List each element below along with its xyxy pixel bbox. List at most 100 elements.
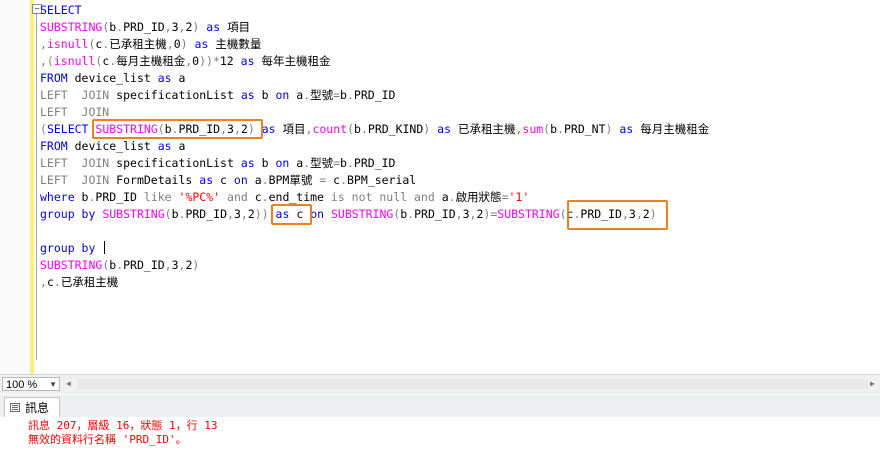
code-token: as [199,173,214,187]
code-token: b [354,122,361,136]
code-token: . [557,122,564,136]
code-line[interactable]: LEFT JOIN specificationList as b on a. 型號… [40,87,709,104]
sql-editor[interactable]: − SELECT SUBSTRING(b.PRD_ID,3,2) as 項目 ,is… [0,0,880,374]
code-token: specificationList [109,156,241,170]
code-token: ) [192,258,200,272]
code-line[interactable]: LEFT JOIN specificationList as b on a. 型號… [40,155,709,172]
code-token: SUBSTRING [330,207,394,221]
code-token: '1' [508,190,530,204]
code-token: SELECT [46,122,89,136]
error-message-line-1: 訊息 207，層級 16，狀態 1，行 13 [28,419,218,432]
code-line[interactable]: FROM device_list as a [40,70,709,87]
code-token: sum [522,122,544,136]
code-token: SUBSTRING [497,207,560,221]
scroll-left-icon[interactable]: ◀ [66,378,76,390]
code-token: . [261,173,269,187]
code-token: device_list [67,71,158,85]
code-line[interactable]: ,isnull(c.已承租主機,0) as 主機數量 [40,36,709,53]
code-token: a [171,71,186,85]
tab-messages[interactable]: 訊息 [4,397,60,418]
code-token: b [254,88,276,102]
code-token: c [247,190,262,204]
code-token: , [166,37,174,51]
code-token: device_list [67,139,158,153]
code-token: where [40,190,75,204]
code-token: 3 [462,207,470,221]
code-token: SUBSTRING [40,20,103,34]
code-token: 已承租主機 [109,37,167,51]
code-token: a [171,139,186,153]
code-token: . [346,156,354,170]
code-token: , [164,258,172,272]
code-token: ,( [40,54,54,68]
code-token: a [289,88,304,102]
code-line[interactable]: SUBSTRING(b.PRD_ID,3,2) as 項目 [40,19,709,36]
code-line[interactable]: LEFT JOIN FormDetails as c on a.BPM單號 = … [40,172,709,189]
code-token: FormDetails [109,173,200,187]
code-token: BPM_serial [347,173,417,187]
zoom-value: 100 % [6,379,38,391]
code-token: as [619,122,634,136]
code-token: FROM [40,139,68,153]
code-token: on [310,207,325,221]
code-token: end_time [268,190,331,204]
code-token: 型號 [310,88,334,102]
highlight-alias-c [271,204,312,225]
code-token: b [340,88,347,102]
code-token: isnull [53,54,96,68]
code-token: LEFT JOIN [40,105,110,119]
chevron-down-icon: ▼ [49,380,57,389]
horizontal-scrollbar[interactable] [78,379,868,389]
code-line[interactable]: ,c.已承租主機 [40,274,709,291]
zoom-dropdown[interactable]: 100 % ▼ [2,377,60,391]
code-token: as [157,71,172,85]
code-line[interactable]: FROM device_list as a [40,138,709,155]
code-token: count [312,122,348,136]
code-token: c [326,173,341,187]
code-token: , [40,37,47,51]
code-token: isnull [46,37,89,51]
code-area[interactable]: SELECT SUBSTRING(b.PRD_ID,3,2) as 項目 ,isnu… [40,2,709,291]
code-token: specificationList [109,88,241,102]
code-token: 3 [233,207,241,221]
code-token: SUBSTRING [40,258,103,272]
code-token: PRD_ID [185,207,227,221]
code-token: , [40,275,47,289]
code-token: 每月主機租金 [116,54,186,68]
code-token: PRD_KIND [367,122,424,136]
code-token: ( [164,207,172,221]
code-token: 3 [171,258,179,272]
code-token: LEFT JOIN [40,88,110,102]
code-token: ) [180,37,188,51]
code-line[interactable]: ,(isnull(c.每月主機租金,0))*12 as 每年主機租金 [40,53,709,70]
code-line[interactable]: SELECT [40,2,709,19]
code-token: c [46,275,54,289]
code-token: )) [254,207,269,221]
code-token: , [227,207,234,221]
code-token: . [346,88,354,102]
code-token: b [340,156,347,170]
editor-status-row: 100 % ▼ ◀ ▶ [0,374,880,394]
code-token: 0 [173,37,181,51]
code-token: BPM單號 [268,173,320,187]
code-token: 每年主機租金 [254,54,331,68]
scroll-right-icon[interactable]: ▶ [870,378,880,390]
code-token: = [333,156,341,170]
code-token: , [164,20,172,34]
code-token: PRD_ID [95,190,144,204]
code-token: 啟用狀態 [455,190,502,204]
code-line[interactable]: group by [40,240,709,257]
code-token: a [434,190,449,204]
code-token: as [240,54,255,68]
code-token: PRD_ID [123,20,165,34]
code-line[interactable]: SUBSTRING(b.PRD_ID,3,2) [40,257,709,274]
code-token: on [275,156,290,170]
outline-line [36,8,37,360]
code-token: c [213,173,234,187]
code-token: a [247,173,262,187]
code-token: as [261,122,276,136]
